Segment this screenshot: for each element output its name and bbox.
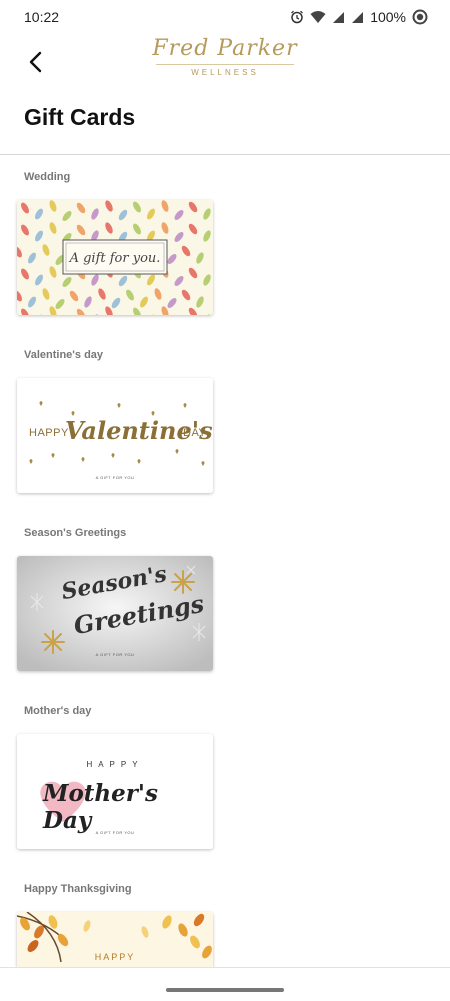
gift-card-wedding[interactable]: A gift for you. <box>17 200 213 315</box>
battery-icon <box>412 9 428 25</box>
card-text-mothers-main: Mother's Day <box>43 780 158 834</box>
card-text-valentines-left: HAPPY <box>29 427 69 439</box>
app-header: Fred Parker WELLNESS <box>0 34 450 94</box>
card-text-thanksgiving: HAPPY <box>94 952 136 962</box>
status-time: 10:22 <box>24 9 60 25</box>
section-label-wedding: Wedding <box>24 171 71 183</box>
card-text-mothers-top: HAPPY <box>86 760 144 769</box>
alarm-icon <box>291 10 304 24</box>
gift-card-list[interactable]: Wedding A gift for you. Valentine's day … <box>0 155 450 967</box>
card-caption-valentines: A GIFT FOR YOU <box>95 475 135 480</box>
gift-card-seasons[interactable]: Season's Greetings A GIFT FOR YOU <box>17 556 213 671</box>
system-nav-bar <box>0 967 450 1001</box>
home-gesture-pill[interactable] <box>166 988 284 992</box>
page-title: Gift Cards <box>24 104 136 130</box>
status-bar: 10:22 100% <box>0 0 450 34</box>
logo-script: Fred Parker <box>152 36 298 61</box>
gift-card-valentines[interactable]: HAPPY Valentine's DAY A GIFT FOR YOU <box>17 378 213 493</box>
card-text-wedding: A gift for you. <box>69 251 161 266</box>
status-icons: 100% <box>290 9 428 25</box>
card-text-valentines-right: DAY <box>183 427 207 439</box>
section-label-valentines: Valentine's day <box>24 349 104 361</box>
logo-subtitle: WELLNESS <box>191 68 259 77</box>
signal-icon <box>333 11 345 23</box>
back-button[interactable] <box>18 44 54 80</box>
wifi-icon <box>310 11 326 23</box>
gift-card-mothers[interactable]: HAPPY Mother's Day A GIFT FOR YOU <box>17 734 213 849</box>
card-caption-seasons: A GIFT FOR YOU <box>95 652 135 657</box>
section-label-thanksgiving: Happy Thanksgiving <box>24 883 132 895</box>
brand-logo: Fred Parker WELLNESS <box>150 36 300 84</box>
gift-card-thanksgiving[interactable]: HAPPY <box>17 912 213 967</box>
chevron-left-icon <box>29 51 42 73</box>
signal-icon <box>352 11 364 23</box>
section-label-seasons: Season's Greetings <box>24 527 127 539</box>
battery-percent: 100% <box>370 9 406 25</box>
logo-divider <box>156 64 294 65</box>
section-label-mothers: Mother's day <box>24 705 92 717</box>
card-caption-mothers: A GIFT FOR YOU <box>95 830 135 835</box>
